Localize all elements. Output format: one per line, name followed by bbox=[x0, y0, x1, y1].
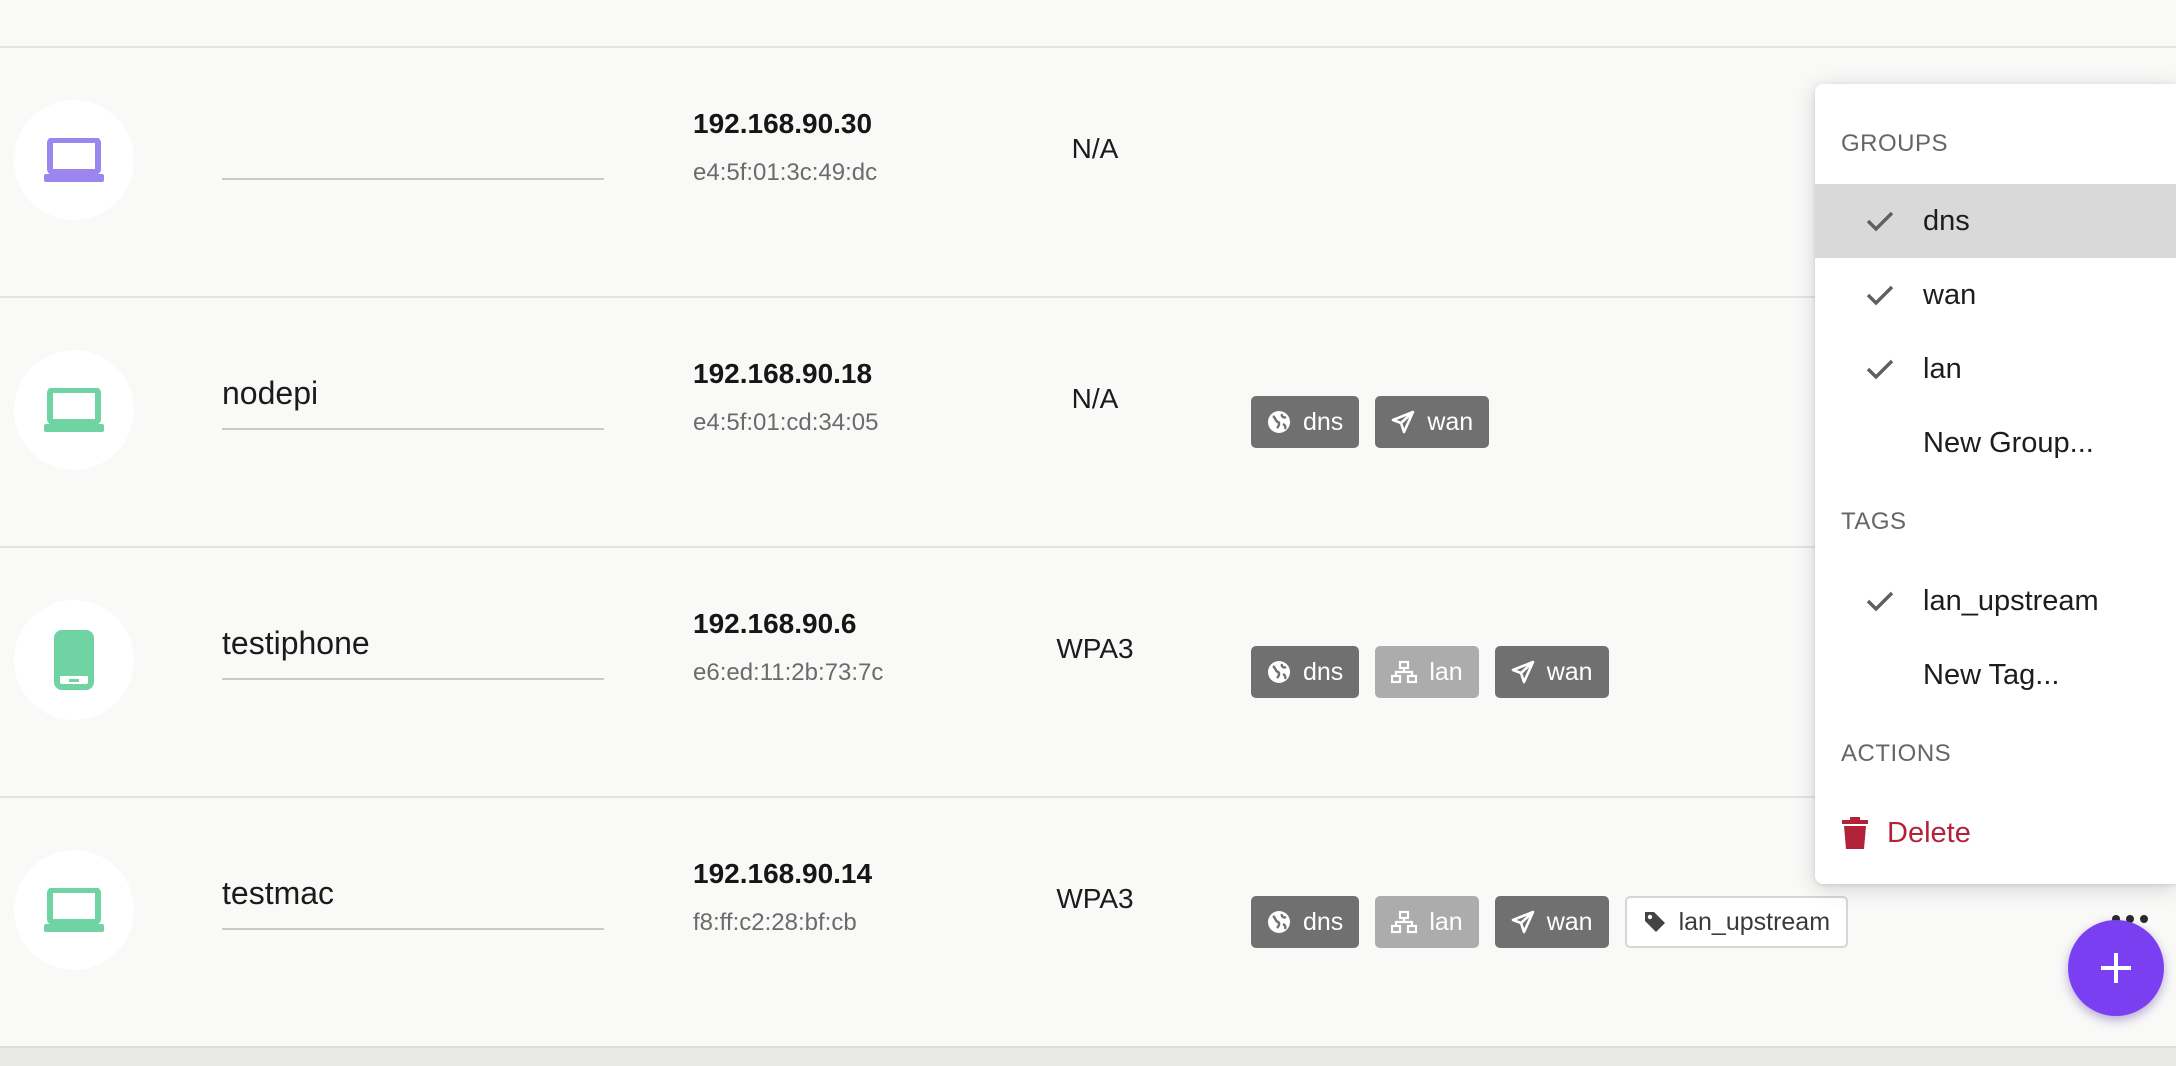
menu-group-lan[interactable]: lan bbox=[1815, 332, 2176, 406]
menu-new-tag[interactable]: New Tag... bbox=[1815, 638, 2176, 712]
menu-group-wan[interactable]: wan bbox=[1815, 258, 2176, 332]
check-icon bbox=[1866, 285, 1894, 306]
menu-item-label: lan_upstream bbox=[1923, 584, 2099, 617]
groups-section-title: GROUPS bbox=[1841, 130, 1949, 157]
globe-icon bbox=[1268, 911, 1290, 933]
device-security: WPA3 bbox=[1056, 633, 1134, 664]
send-icon bbox=[1392, 410, 1415, 434]
trash-icon bbox=[1842, 817, 1868, 849]
device-security: N/A bbox=[1071, 383, 1119, 414]
group-chip-lan[interactable]: lan bbox=[1375, 646, 1479, 698]
device-avatar bbox=[14, 350, 134, 470]
chip-label: dns bbox=[1303, 407, 1344, 436]
device-avatar bbox=[14, 600, 134, 720]
tag-icon bbox=[1644, 912, 1665, 932]
device-chips: dns lan wan bbox=[1251, 646, 1609, 698]
device-ip: 192.168.90.30 bbox=[693, 108, 873, 139]
menu-item-label: lan bbox=[1923, 352, 1962, 385]
chip-label: wan bbox=[1546, 657, 1593, 686]
device-ip: 192.168.90.18 bbox=[693, 358, 873, 389]
bottom-scroll-area bbox=[0, 1046, 2176, 1066]
device-name-input[interactable]: nodepi bbox=[222, 350, 604, 430]
globe-icon bbox=[1268, 411, 1290, 433]
device-chips: dns wan bbox=[1251, 396, 1490, 448]
chip-label: dns bbox=[1303, 657, 1344, 686]
actions-section-title: ACTIONS bbox=[1841, 740, 1952, 767]
group-chip-dns[interactable]: dns bbox=[1251, 896, 1360, 948]
tags-section-title: TAGS bbox=[1841, 508, 1907, 535]
device-mac: e4:5f:01:3c:49:dc bbox=[693, 159, 878, 186]
menu-new-group[interactable]: New Group... bbox=[1815, 406, 2176, 480]
group-chip-wan[interactable]: wan bbox=[1375, 396, 1490, 448]
device-security: N/A bbox=[1071, 133, 1119, 164]
device-name-input[interactable]: testiphone bbox=[222, 600, 604, 680]
menu-item-label: Delete bbox=[1887, 816, 1971, 849]
send-icon bbox=[1511, 910, 1534, 934]
device-mac: f8:ff:c2:28:bf:cb bbox=[693, 909, 857, 936]
laptop-icon bbox=[44, 388, 104, 432]
device-list-page: 192.168.90.30 e4:5f:01:3c:49:dc N/A node… bbox=[0, 0, 2176, 1066]
check-icon bbox=[1866, 591, 1894, 612]
menu-tag-lan-upstream[interactable]: lan_upstream bbox=[1815, 564, 2176, 638]
phone-icon bbox=[54, 630, 94, 690]
chip-label: lan bbox=[1429, 657, 1463, 686]
menu-item-label: wan bbox=[1923, 278, 1977, 311]
menu-group-dns[interactable]: dns bbox=[1815, 184, 2176, 258]
menu-delete[interactable]: Delete bbox=[1815, 796, 2176, 870]
device-mac: e6:ed:11:2b:73:7c bbox=[693, 659, 884, 686]
chip-label: dns bbox=[1303, 907, 1344, 936]
laptop-icon bbox=[44, 888, 104, 932]
check-icon bbox=[1866, 211, 1894, 232]
chip-label: wan bbox=[1427, 407, 1474, 436]
device-mac: e4:5f:01:cd:34:05 bbox=[693, 409, 879, 436]
check-icon bbox=[1866, 359, 1894, 380]
device-avatar bbox=[14, 850, 134, 970]
network-icon bbox=[1391, 660, 1418, 684]
group-chip-wan[interactable]: wan bbox=[1494, 646, 1609, 698]
send-icon bbox=[1511, 660, 1534, 684]
device-context-menu: GROUPS dns wan lan New Group... TAGS lan… bbox=[1815, 84, 2176, 884]
group-chip-lan[interactable]: lan bbox=[1375, 896, 1479, 948]
menu-item-label: New Group... bbox=[1923, 426, 2094, 459]
plus-icon bbox=[2101, 953, 2131, 983]
device-ip: 192.168.90.6 bbox=[693, 608, 857, 639]
menu-item-label: dns bbox=[1923, 204, 1970, 237]
group-chip-wan[interactable]: wan bbox=[1494, 896, 1609, 948]
chip-label: wan bbox=[1546, 907, 1593, 936]
menu-item-label: New Tag... bbox=[1923, 658, 2060, 691]
device-name-input[interactable]: testmac bbox=[222, 850, 604, 930]
device-security: WPA3 bbox=[1056, 883, 1134, 914]
tag-chip-lan-upstream[interactable]: lan_upstream bbox=[1624, 896, 1849, 948]
chip-label: lan bbox=[1429, 907, 1463, 936]
group-chip-dns[interactable]: dns bbox=[1251, 646, 1360, 698]
network-icon bbox=[1391, 910, 1418, 934]
laptop-icon bbox=[44, 138, 104, 182]
globe-icon bbox=[1268, 661, 1290, 683]
add-device-button[interactable] bbox=[2068, 920, 2164, 1016]
device-chips: dns lan wan lan_upstream bbox=[1251, 896, 1849, 948]
group-chip-dns[interactable]: dns bbox=[1251, 396, 1360, 448]
device-ip: 192.168.90.14 bbox=[693, 858, 873, 889]
device-name-input[interactable] bbox=[222, 100, 604, 180]
device-avatar bbox=[14, 100, 134, 220]
chip-label: lan_upstream bbox=[1678, 907, 1831, 936]
